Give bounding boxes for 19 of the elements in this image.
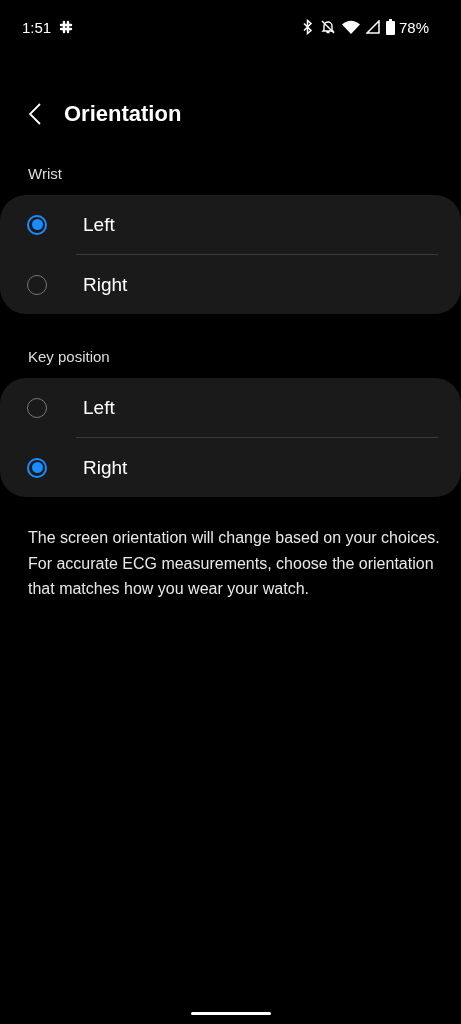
signal-icon	[365, 20, 380, 34]
status-time: 1:51	[22, 18, 52, 36]
battery-percent: 78%	[398, 18, 429, 36]
option-label[interactable]: Right	[83, 273, 128, 296]
back-icon[interactable]	[28, 102, 42, 126]
description-text: The screen orientation will change based on your choices. For accurate ECG measurements, choose the orientation that matches how you wear your watch.	[28, 528, 441, 599]
bell-off-icon	[319, 19, 336, 35]
radio-button[interactable]	[27, 214, 47, 235]
hash-icon	[59, 20, 74, 34]
wifi-icon	[341, 19, 360, 35]
option-label[interactable]: Left	[83, 396, 115, 419]
bluetooth-icon	[301, 19, 314, 35]
section-label: Key position	[27, 347, 111, 367]
battery-icon	[385, 19, 395, 35]
option-label[interactable]: Right	[83, 456, 128, 479]
page-title: Orientation	[64, 101, 182, 127]
section-label: Wrist	[27, 164, 63, 184]
option-label[interactable]: Left	[83, 213, 115, 236]
radio-button[interactable]	[27, 457, 47, 478]
